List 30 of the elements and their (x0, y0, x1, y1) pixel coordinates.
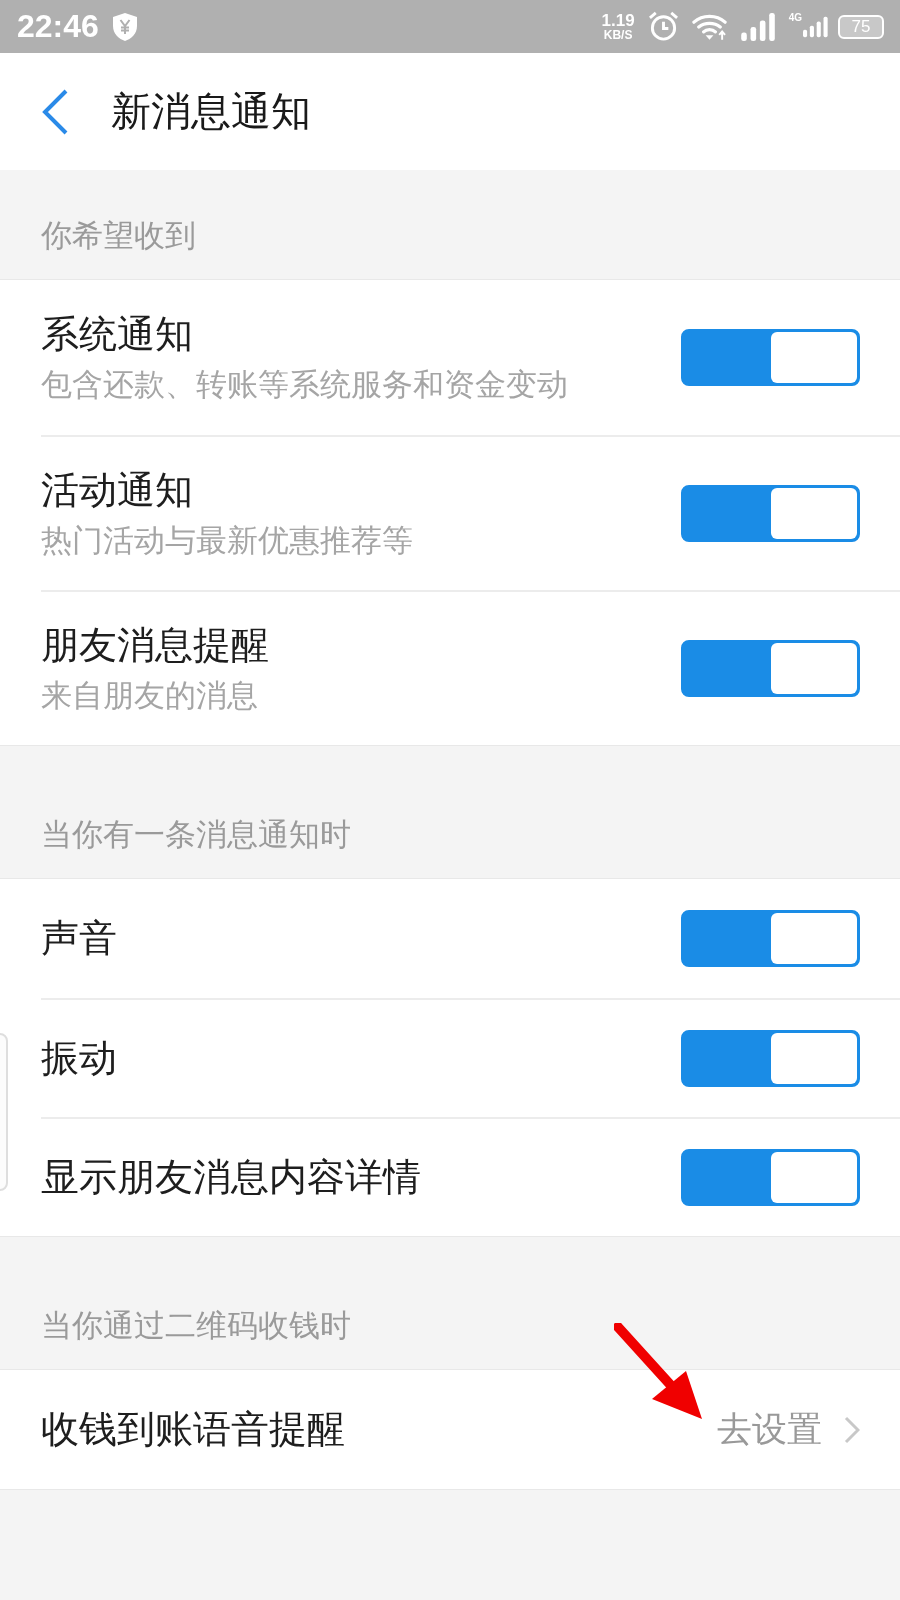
network-type: 4G (788, 12, 802, 23)
setting-title: 显示朋友消息内容详情 (41, 1154, 421, 1201)
setting-title: 振动 (41, 1035, 117, 1082)
section-label: 当你有一条消息通知时 (40, 814, 352, 854)
toggle-switch[interactable] (681, 485, 860, 542)
toggle-switch[interactable] (681, 1149, 860, 1206)
toggle-switch[interactable] (681, 640, 860, 697)
wifi-icon (691, 12, 727, 41)
go-settings-link[interactable]: 去设置 (717, 1406, 860, 1453)
setting-title: 朋友消息提醒 (41, 623, 269, 669)
chevron-right-icon (844, 1415, 860, 1444)
signal-icon (740, 12, 775, 41)
back-icon (41, 88, 69, 135)
network-speed: 1.19 KB/S (601, 12, 635, 41)
shield-icon (111, 11, 138, 42)
setting-title: 声音 (41, 915, 117, 962)
setting-description: 热门活动与最新优惠推荐等 (41, 521, 413, 559)
setting-title: 收钱到账语音提醒 (41, 1406, 345, 1453)
toggle-switch[interactable] (681, 1030, 860, 1087)
status-time: 22:46 (17, 8, 99, 45)
toggle-switch[interactable] (681, 329, 860, 386)
section-label: 你希望收到 (40, 215, 197, 255)
section-label: 当你通过二维码收钱时 (40, 1305, 352, 1345)
toggle-switch[interactable] (681, 910, 860, 967)
setting-description: 包含还款、转账等系统服务和资金变动 (41, 365, 568, 403)
setting-description: 来自朋友的消息 (41, 676, 259, 714)
page-title: 新消息通知 (111, 87, 311, 136)
alarm-icon (647, 11, 679, 42)
setting-title: 活动通知 (41, 468, 194, 514)
setting-title: 系统通知 (41, 312, 194, 358)
